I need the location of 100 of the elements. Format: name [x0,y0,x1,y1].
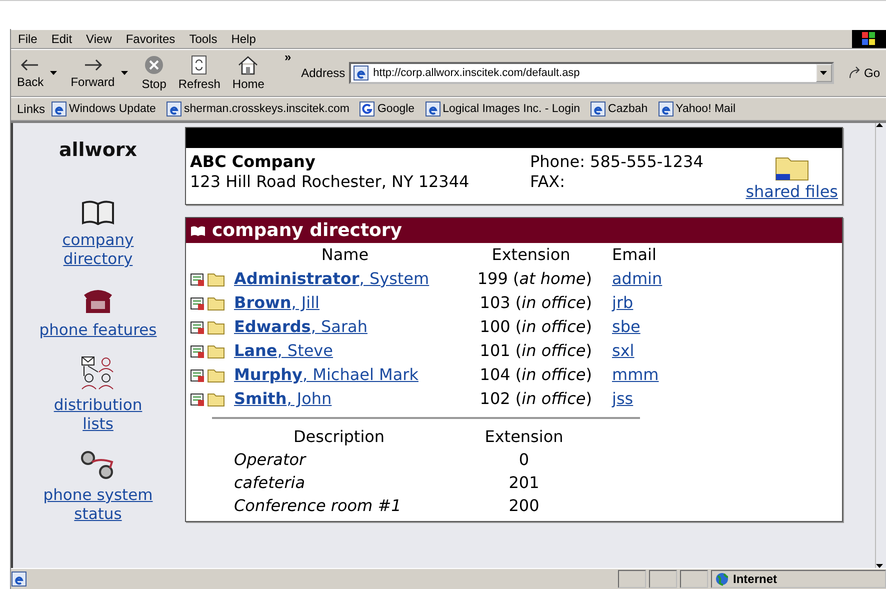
browser-page-icon [353,65,370,81]
status-pane [649,570,677,588]
go-arrow-icon [848,66,862,80]
email-link[interactable]: sxl [606,339,634,363]
extension-text: 0 [518,449,530,471]
column-header: Name [320,244,370,266]
extension-text: 199 (at home) [476,268,593,290]
menu-item[interactable]: Edit [44,32,80,46]
dropdown-arrow-icon[interactable] [120,71,128,75]
contact-name-link[interactable]: Murphy, Michael Mark [234,363,456,387]
email-link[interactable]: sbe [606,315,640,339]
refresh-icon [190,55,208,75]
open-book-icon [190,224,206,236]
home-icon [237,55,260,75]
status-pane [618,570,646,588]
email-link[interactable]: jrb [606,291,634,315]
open-book-icon [81,199,115,225]
sidebar-link[interactable]: phone system status [38,486,158,524]
toolbar-button[interactable]: Stop [136,53,172,93]
contact-name-link[interactable]: Lane, Steve [234,339,456,363]
extension-text: 104 (in office) [478,364,593,386]
toolbar-button[interactable]: Home [226,53,270,93]
card-icon [190,391,206,407]
up-arrow-icon[interactable] [876,123,883,127]
sidebar-link[interactable]: company directory [38,231,158,269]
contact-name-link[interactable]: Smith, John [234,387,456,411]
folder-icon [207,319,225,335]
toolbar-button[interactable]: Refresh [172,53,226,93]
contact-name-link[interactable]: Edwards, Sarah [234,315,456,339]
sidebar-link[interactable]: distribution lists [38,396,158,434]
description-text: Operator [234,449,308,471]
extension-text: 101 (in office) [478,340,593,362]
sidebar-link[interactable]: phone features [38,321,158,340]
browser-page-icon [51,101,68,117]
status-pane [680,570,708,588]
extension-text: 200 [508,495,540,517]
browser-page-icon [590,101,606,117]
browser-page-icon [166,101,182,117]
dropdown-button[interactable] [816,64,832,82]
chevron-button[interactable]: » [284,50,292,64]
menu-item[interactable]: Favorites [118,32,182,46]
email-link[interactable]: mmm [606,363,659,387]
card-icon [190,343,206,359]
link-item[interactable]: Google [359,101,415,117]
card-icon [190,367,206,383]
links-label: Links [17,102,46,116]
browser-page-icon [658,101,674,117]
g-logo-icon [359,101,376,117]
company-name: ABC Company [190,152,316,172]
card-icon [190,295,206,311]
description-text: Conference room #1 [234,495,402,517]
contact-name-link[interactable]: Brown, Jill [234,291,456,315]
email-link[interactable]: admin [606,267,662,291]
down-arrow-icon[interactable] [876,564,883,568]
extension-text: 103 (in office) [478,292,593,314]
folder-icon [207,295,225,311]
allworx-logo: allworx [58,138,138,163]
toolbar-button[interactable]: Back [11,55,50,91]
shared-files-link[interactable]: shared files [746,152,838,202]
folder-icon [207,271,225,287]
browser-page-icon [11,571,27,587]
zone-indicator: Internet [711,570,886,588]
right-arrow-icon [82,57,103,73]
contact-name-link[interactable]: Administrator, System [234,267,456,291]
menu-item[interactable]: Help [224,32,263,46]
column-header: Extension [490,244,572,266]
extension-text: 100 (in office) [478,316,593,338]
email-link[interactable]: jss [606,387,634,411]
card-icon [190,271,206,287]
down-arrow-icon [820,71,828,75]
column-header: Extension [484,426,564,448]
folder-icon [207,343,225,359]
go-button[interactable]: Go [842,64,886,82]
stop-icon [144,55,164,75]
toolbar-button[interactable]: Forward [64,55,121,91]
description-text: cafeteria [234,472,306,494]
link-item[interactable]: sherman.crosskeys.inscitek.com [166,101,350,117]
address-label: Address [301,66,346,80]
link-item[interactable]: Logical Images Inc. - Login [424,101,580,117]
company-fax: FAX: [530,172,566,192]
dropdown-arrow-icon[interactable] [50,71,57,75]
folder-icon [207,367,225,383]
link-item[interactable]: Windows Update [51,101,156,117]
menu-item[interactable]: Tools [182,32,224,46]
directory-title: company directory [186,218,842,243]
menu-item[interactable]: File [11,32,44,46]
company-phone: Phone: 585-555-1234 [530,152,704,172]
company-address: 123 Hill Road Rochester, NY 12344 [190,172,470,192]
address-field[interactable]: http://corp.allworx.inscitek.com/default.asp [349,62,834,84]
menu-item[interactable]: View [79,32,119,46]
extension-text: 201 [508,472,540,494]
card-icon [190,319,206,335]
globe-icon [715,572,729,586]
link-item[interactable]: Cazbah [590,101,648,117]
windows-logo-icon [852,30,886,48]
column-header: Email [611,244,658,266]
folder-icon [207,391,225,407]
left-arrow-icon [20,57,40,73]
link-item[interactable]: Yahoo! Mail [658,101,736,117]
browser-page-icon [424,101,441,117]
